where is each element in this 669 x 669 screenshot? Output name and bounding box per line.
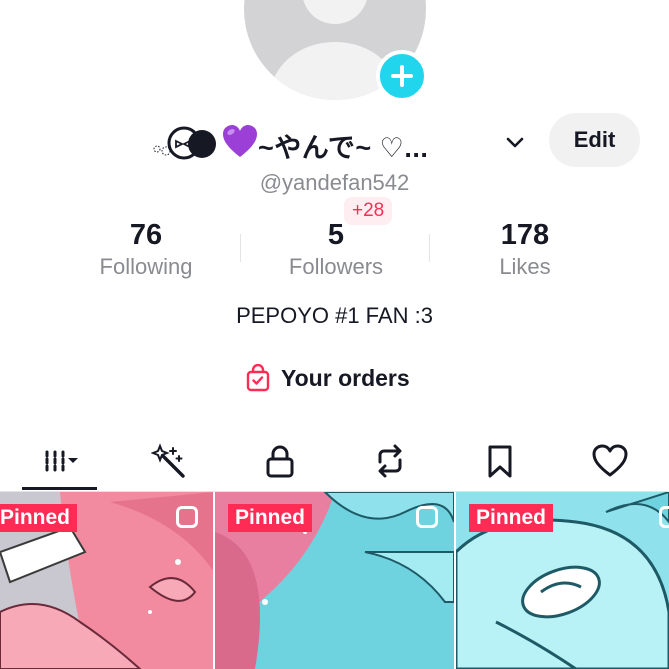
- heart-icon: [592, 444, 627, 477]
- your-orders-link[interactable]: Your orders: [245, 362, 410, 394]
- likes-label: Likes: [499, 254, 551, 279]
- tab-favorites[interactable]: [444, 432, 555, 490]
- profile-tabs: [0, 432, 669, 492]
- video-thumbnail[interactable]: Pinned: [456, 492, 669, 669]
- tab-reposts[interactable]: [334, 432, 445, 490]
- videos-grid-icon: [45, 450, 78, 472]
- select-checkbox-icon[interactable]: [176, 506, 198, 528]
- tab-liked[interactable]: [554, 432, 665, 490]
- shopping-bag-icon: [246, 364, 270, 392]
- video-thumbnail[interactable]: Pinned: [0, 492, 214, 669]
- followers-label: Followers: [288, 254, 384, 279]
- stat-following[interactable]: 76 Following: [51, 218, 241, 282]
- stat-likes[interactable]: 178 Likes: [430, 218, 620, 282]
- display-name: ~やんで~ ♡...: [258, 133, 429, 163]
- avatar-placeholder-head: [302, 0, 368, 24]
- active-tab-indicator: [22, 487, 97, 490]
- likes-count: 178: [500, 219, 550, 251]
- purple-heart-icon: [223, 125, 257, 157]
- stat-followers[interactable]: 5 Followers: [241, 218, 431, 282]
- add-avatar-button[interactable]: [376, 50, 428, 102]
- tab-private[interactable]: [224, 432, 335, 490]
- tab-videos[interactable]: [4, 432, 115, 490]
- tab-effects[interactable]: [114, 432, 225, 490]
- pinned-badge: Pinned: [0, 504, 78, 532]
- bookmark-icon: [488, 445, 511, 478]
- repost-icon: [378, 444, 401, 478]
- video-thumbnail[interactable]: Pinned: [215, 492, 454, 669]
- select-checkbox-icon[interactable]: [659, 506, 669, 528]
- following-label: Following: [99, 254, 193, 279]
- your-orders-label: Your orders: [281, 364, 410, 391]
- followers-delta-badge: +28: [344, 197, 393, 225]
- chevron-down-icon[interactable]: [503, 130, 527, 154]
- bio: PEPOYO #1 FAN :3: [236, 303, 433, 328]
- following-count: 76: [129, 219, 163, 251]
- pinned-badge: Pinned: [469, 504, 554, 532]
- magic-wand-icon: [150, 443, 185, 478]
- plus-icon: [391, 65, 413, 87]
- followers-count: 5: [327, 219, 345, 251]
- edit-profile-button[interactable]: Edit: [549, 113, 640, 167]
- kaomoji-decoration-icon: [153, 126, 216, 160]
- select-checkbox-icon[interactable]: [416, 506, 438, 528]
- pinned-badge: Pinned: [228, 504, 313, 532]
- username: @yandefan542: [259, 170, 410, 195]
- lock-icon: [266, 445, 293, 478]
